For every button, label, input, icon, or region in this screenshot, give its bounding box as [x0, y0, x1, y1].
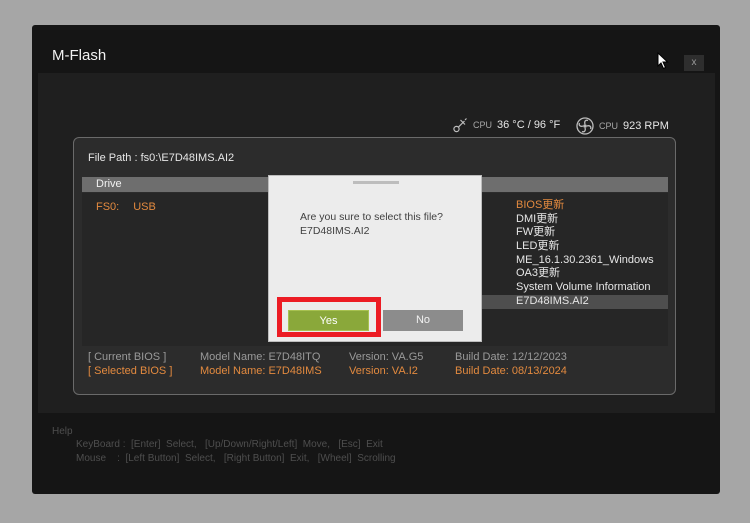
file-name: System Volume Information [516, 281, 651, 294]
selected-bios-label: [ Selected BIOS ] [88, 365, 173, 377]
file-name: BIOS更新 [516, 199, 565, 211]
no-button[interactable]: No [383, 310, 463, 331]
file-list: ▶ BIOS更新 ▶ DMI更新 ▶ FW更新 ▶ LED更新 ▶ ME_1 [452, 199, 668, 309]
confirm-dialog: Are you sure to select this file? E7D48I… [268, 175, 482, 342]
dialog-message: Are you sure to select this file? E7D48I… [300, 210, 470, 238]
file-item-led[interactable]: ▶ LED更新 [476, 240, 668, 254]
current-bios-row: [ Current BIOS ] Model Name: E7D48ITQ Ve… [88, 351, 668, 365]
help-keyboard: KeyBoard : [Enter] Select, [Up/Down/Righ… [76, 439, 383, 450]
current-model-name: Model Name: E7D48ITQ [200, 351, 321, 363]
current-bios-label: [ Current BIOS ] [88, 351, 167, 363]
selected-build-date: Build Date: 08/13/2024 [455, 365, 567, 377]
dialog-question: Are you sure to select this file? [300, 211, 443, 223]
help-title: Help [52, 426, 73, 437]
cpu-fan-speed: CPU 923 RPM [576, 117, 669, 135]
file-item-system-volume[interactable]: ▶ System Volume Information [476, 281, 668, 295]
cpu-temperature: CPU 36 °C / 96 °F [452, 117, 560, 133]
dialog-filename: E7D48IMS.AI2 [300, 225, 370, 237]
cpu-temp-label: CPU [473, 120, 493, 130]
drive-name: USB [133, 201, 156, 213]
file-name: OA3更新 [516, 267, 561, 280]
file-path: File Path : fs0:\E7D48IMS.AI2 [88, 152, 235, 164]
window-title: M-Flash [52, 47, 107, 64]
current-build-date: Build Date: 12/12/2023 [455, 351, 567, 363]
selected-model-name: Model Name: E7D48IMS [200, 365, 322, 377]
close-button[interactable]: x [684, 55, 704, 71]
dialog-drag-handle[interactable] [353, 181, 399, 184]
fan-icon [576, 117, 594, 135]
help-mouse: Mouse : [Left Button] Select, [Right But… [76, 453, 396, 464]
file-item-me[interactable]: ▶ ME_16.1.30.2361_Windows [476, 254, 668, 268]
bios-info: [ Current BIOS ] Model Name: E7D48ITQ Ve… [88, 351, 668, 379]
drive-column-header: Drive [96, 178, 122, 190]
file-item-dmi[interactable]: ▶ DMI更新 [476, 213, 668, 227]
file-item-oa3[interactable]: ▶ OA3更新 [476, 267, 668, 281]
drive-item-fs0[interactable]: FS0: USB [96, 201, 156, 213]
cpu-temp-value: 36 °C / 96 °F [497, 119, 561, 131]
file-name: ME_16.1.30.2361_Windows [516, 253, 654, 266]
file-name: E7D48IMS.AI2 [516, 294, 589, 307]
yes-button[interactable]: Yes [288, 310, 369, 331]
file-name: DMI更新 [516, 212, 559, 225]
selected-bios-row: [ Selected BIOS ] Model Name: E7D48IMS V… [88, 365, 668, 379]
file-item-selected[interactable]: 432 E7D48IMS.AI2 [452, 294, 668, 309]
file-name: FW更新 [516, 226, 556, 239]
cpu-fan-value: 923 RPM [623, 120, 669, 132]
file-item-bios[interactable]: ▶ BIOS更新 [476, 199, 668, 213]
selected-version: Version: VA.I2 [349, 365, 418, 377]
current-version: Version: VA.G5 [349, 351, 424, 363]
mouse-cursor-icon [657, 52, 669, 70]
file-item-fw[interactable]: ▶ FW更新 [476, 226, 668, 240]
cpu-fan-label: CPU [599, 121, 619, 131]
file-name: LED更新 [516, 240, 560, 253]
thermometer-icon [453, 118, 467, 133]
drive-id: FS0: [96, 201, 120, 213]
